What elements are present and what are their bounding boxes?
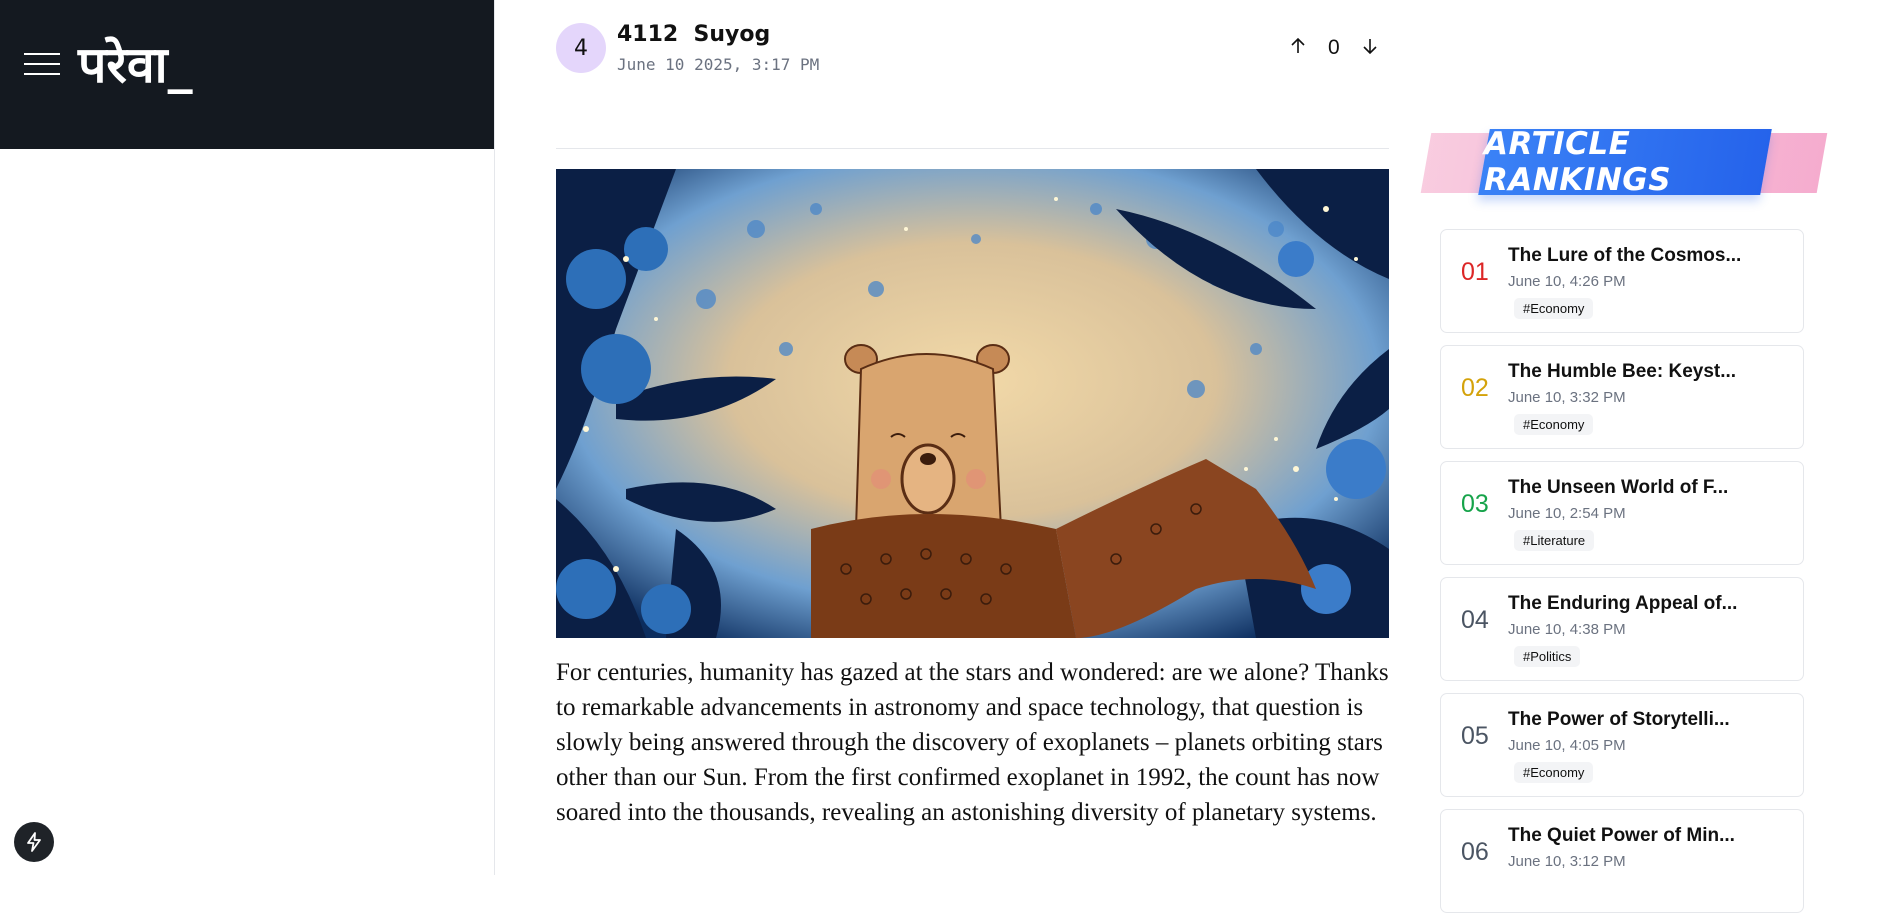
rank-tag[interactable]: #Economy — [1514, 762, 1594, 783]
ranking-card[interactable]: 04 The Enduring Appeal of... June 10, 4:… — [1440, 577, 1804, 681]
rank-date: June 10, 4:38 PM — [1508, 621, 1626, 638]
vote-count: 0 — [1328, 36, 1340, 59]
rankings-heading: ARTICLE RANKINGS — [1484, 126, 1672, 198]
rank-title[interactable]: The Lure of the Cosmos... — [1508, 245, 1741, 267]
brand-bar: परेवा_ — [0, 0, 494, 149]
author-name[interactable]: 4112 Suyog — [617, 22, 770, 47]
left-sidebar: परेवा_ — [0, 0, 495, 875]
rank-date: June 10, 4:05 PM — [1508, 737, 1626, 754]
ranking-card[interactable]: 01 The Lure of the Cosmos... June 10, 4:… — [1440, 229, 1804, 333]
post-date: June 10 2025, 3:17 PM — [617, 55, 820, 74]
article-hero-image — [556, 169, 1389, 638]
rank-tag[interactable]: #Literature — [1514, 530, 1595, 551]
bolt-icon[interactable] — [14, 822, 54, 862]
site-logo[interactable]: परेवा_ — [78, 30, 193, 100]
arrow-up-icon[interactable] — [1290, 36, 1306, 60]
rank-number: 01 — [1461, 258, 1489, 286]
rank-tag[interactable]: #Economy — [1514, 414, 1594, 435]
vote-control: 0 — [1290, 33, 1378, 63]
header-divider — [556, 148, 1389, 149]
rank-title[interactable]: The Quiet Power of Min... — [1508, 825, 1735, 847]
arrow-down-icon[interactable] — [1362, 36, 1378, 60]
rankings-banner: ARTICLE RANKINGS — [1420, 126, 1828, 199]
rank-title[interactable]: The Humble Bee: Keyst... — [1508, 361, 1736, 383]
rank-tag[interactable]: #Economy — [1514, 298, 1594, 319]
rank-number: 02 — [1461, 374, 1489, 402]
rank-date: June 10, 3:12 PM — [1508, 853, 1626, 870]
rank-number: 06 — [1461, 838, 1489, 866]
ranking-card[interactable]: 06 The Quiet Power of Min... June 10, 3:… — [1440, 809, 1804, 913]
rank-number: 03 — [1461, 490, 1489, 518]
ranking-card[interactable]: 02 The Humble Bee: Keyst... June 10, 3:3… — [1440, 345, 1804, 449]
ranking-card[interactable]: 03 The Unseen World of F... June 10, 2:5… — [1440, 461, 1804, 565]
rank-number: 05 — [1461, 722, 1489, 750]
rank-title[interactable]: The Enduring Appeal of... — [1508, 593, 1737, 615]
rank-title[interactable]: The Power of Storytelli... — [1508, 709, 1730, 731]
menu-icon[interactable] — [24, 51, 60, 77]
rank-number: 04 — [1461, 606, 1489, 634]
article-body: For centuries, humanity has gazed at the… — [556, 659, 1389, 826]
rank-date: June 10, 3:32 PM — [1508, 389, 1626, 406]
ranking-card[interactable]: 05 The Power of Storytelli... June 10, 4… — [1440, 693, 1804, 797]
rank-date: June 10, 4:26 PM — [1508, 273, 1626, 290]
rank-title[interactable]: The Unseen World of F... — [1508, 477, 1728, 499]
rank-date: June 10, 2:54 PM — [1508, 505, 1626, 522]
author-avatar[interactable]: 4 — [556, 23, 606, 73]
rank-tag[interactable]: #Politics — [1514, 646, 1581, 667]
